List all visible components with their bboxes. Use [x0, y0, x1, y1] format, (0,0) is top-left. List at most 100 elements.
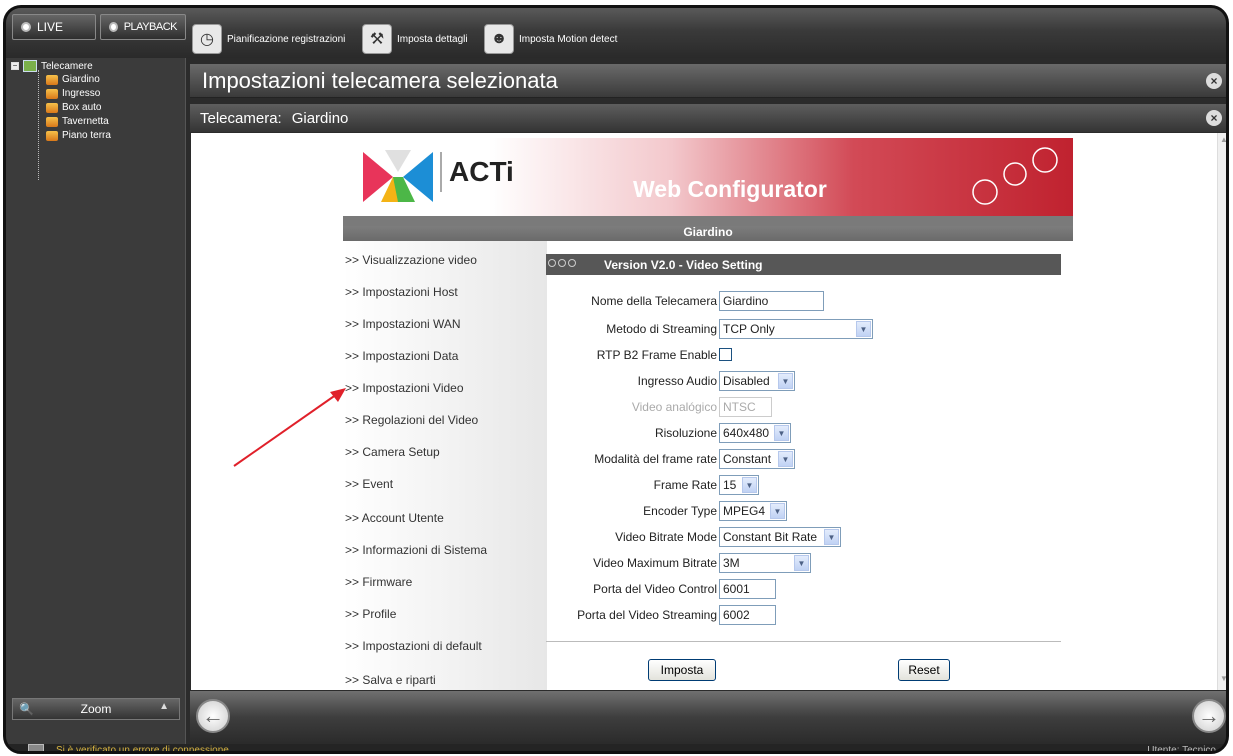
tree-item-label: Ingresso [62, 88, 101, 99]
row-analogico: Video analógico NTSC [546, 395, 1061, 419]
camera-name: Giardino [291, 109, 349, 127]
analogico-label: Video analógico [631, 400, 717, 414]
porta-control-input[interactable]: 6001 [719, 579, 776, 599]
framerate-label: Frame Rate [653, 478, 717, 492]
zoom-control[interactable]: 🔍 Zoom ▲ [12, 698, 180, 720]
triangle-up-icon[interactable]: ▲ [159, 701, 169, 712]
decorative-rings-icon [972, 147, 1058, 205]
form-divider [546, 641, 1061, 642]
row-nome: Nome della Telecamera Giardino [546, 289, 1061, 313]
tree-connector [38, 70, 39, 180]
row-porta-control: Porta del Video Control 6001 [546, 577, 1061, 601]
metodo-select[interactable]: TCP Only ▼ [719, 319, 873, 339]
rtp-label: RTP B2 Frame Enable [596, 348, 717, 362]
menu-impostazioni-default[interactable]: >> Impostazioni di default [345, 639, 482, 653]
rtp-checkbox[interactable] [719, 348, 732, 361]
menu-firmware[interactable]: >> Firmware [345, 575, 412, 589]
imposta-button[interactable]: Imposta [648, 659, 716, 681]
framerate-select[interactable]: 15 ▼ [719, 475, 759, 495]
video-setting-title: Version V2.0 - Video Setting [604, 257, 763, 272]
live-label: LIVE [37, 20, 64, 34]
menu-visualizzazione-video[interactable]: >> Visualizzazione video [345, 253, 477, 267]
video-setting-header: Version V2.0 - Video Setting [546, 254, 1061, 275]
camera-strip: Giardino [343, 216, 1073, 241]
reset-button[interactable]: Reset [898, 659, 950, 681]
menu-salva-riparti[interactable]: >> Salva e riparti [345, 673, 436, 687]
network-icon [28, 744, 44, 751]
tree-root[interactable]: − Telecamere [11, 60, 93, 72]
encoder-label: Encoder Type [643, 504, 717, 518]
app-window: LIVE PLAYBACK ◷ Pianificazione registraz… [3, 5, 1229, 754]
tree-item-label: Giardino [62, 74, 100, 85]
scroll-up-icon[interactable]: ▲ [1218, 135, 1226, 149]
menu-impostazioni-wan[interactable]: >> Impostazioni WAN [345, 317, 461, 331]
row-audio: Ingresso Audio Disabled ▼ [546, 369, 1061, 393]
row-max-bitrate: Video Maximum Bitrate 3M ▼ [546, 551, 1061, 575]
forward-arrow-icon[interactable]: → [1192, 699, 1226, 733]
menu-impostazioni-data[interactable]: >> Impostazioni Data [345, 349, 458, 363]
logo-divider [440, 152, 442, 192]
menu-account-utente[interactable]: >> Account Utente [345, 511, 444, 525]
camera-label: Telecamera: [200, 109, 282, 127]
tree-item-ingresso[interactable]: Ingresso [46, 88, 100, 99]
menu-camera-setup[interactable]: >> Camera Setup [345, 445, 440, 459]
close-icon[interactable]: × [1206, 110, 1222, 126]
collapse-icon[interactable]: − [11, 62, 19, 70]
camera-icon [46, 102, 58, 113]
scroll-down-icon[interactable]: ▼ [1218, 674, 1226, 688]
video-setting-form: Nome della Telecamera Giardino Metodo di… [546, 275, 1061, 690]
page-title-bar: Impostazioni telecamera selezionata × [190, 64, 1226, 98]
tree-item-piano-terra[interactable]: Piano terra [46, 130, 111, 141]
audio-value: Disabled [723, 374, 770, 388]
motion-detect-label: Imposta Motion detect [519, 33, 618, 45]
live-button[interactable]: LIVE [12, 14, 96, 40]
encoder-value: MPEG4 [723, 504, 766, 518]
nome-input[interactable]: Giardino [719, 291, 824, 311]
max-bitrate-value: 3M [723, 556, 740, 570]
risoluzione-label: Risoluzione [654, 426, 717, 440]
menu-profile[interactable]: >> Profile [345, 607, 396, 621]
chevron-down-icon: ▼ [794, 555, 809, 571]
menu-impostazioni-host[interactable]: >> Impostazioni Host [345, 285, 458, 299]
tree-item-box-auto[interactable]: Box auto [46, 102, 101, 113]
menu-regolazioni-video[interactable]: >> Regolazioni del Video [345, 413, 478, 427]
strip-camera-name: Giardino [683, 225, 733, 239]
porta-streaming-input[interactable]: 6002 [719, 605, 776, 625]
risoluzione-select[interactable]: 640x480 ▼ [719, 423, 791, 443]
bitrate-mode-select[interactable]: Constant Bit Rate ▼ [719, 527, 841, 547]
schedule-recordings-tool[interactable]: ◷ Pianificazione registrazioni [192, 20, 345, 58]
metodo-label: Metodo di Streaming [606, 322, 717, 336]
playback-button[interactable]: PLAYBACK [100, 14, 186, 40]
chevron-down-icon: ▼ [770, 503, 785, 519]
camera-icon [46, 116, 58, 127]
audio-label: Ingresso Audio [637, 374, 717, 388]
tree-item-giardino[interactable]: Giardino [46, 74, 100, 85]
camera-icon [46, 130, 58, 141]
row-porta-streaming: Porta del Video Streaming 6002 [546, 603, 1061, 627]
chevron-down-icon: ▼ [742, 477, 757, 493]
encoder-select[interactable]: MPEG4 ▼ [719, 501, 787, 521]
motion-detect-tool[interactable]: ☻ Imposta Motion detect [484, 20, 617, 58]
close-icon[interactable]: × [1206, 72, 1222, 89]
vertical-scrollbar[interactable]: ▲ ▼ [1217, 133, 1226, 690]
max-bitrate-label: Video Maximum Bitrate [593, 556, 717, 570]
menu-event[interactable]: >> Event [345, 477, 393, 491]
modalita-select[interactable]: Constant ▼ [719, 449, 795, 469]
menu-informazioni-sistema[interactable]: >> Informazioni di Sistema [345, 543, 487, 557]
set-details-tool[interactable]: ⚒ Imposta dettagli [362, 20, 468, 58]
chevron-down-icon: ▼ [856, 321, 871, 337]
max-bitrate-select[interactable]: 3M ▼ [719, 553, 811, 573]
row-bitrate-mode: Video Bitrate Mode Constant Bit Rate ▼ [546, 525, 1061, 549]
rings-icon [548, 259, 576, 267]
status-message: Si è verificato un errore di connessione [56, 745, 229, 754]
chevron-down-icon: ▼ [778, 451, 793, 467]
tree-item-label: Piano terra [62, 130, 111, 141]
status-bar: Si è verificato un errore di connessione… [6, 744, 1226, 754]
top-toolbar: LIVE PLAYBACK ◷ Pianificazione registraz… [6, 8, 1226, 58]
back-arrow-icon[interactable]: ← [196, 699, 230, 733]
audio-select[interactable]: Disabled ▼ [719, 371, 795, 391]
tree-item-label: Box auto [62, 102, 102, 113]
menu-impostazioni-video[interactable]: >> Impostazioni Video [345, 381, 464, 395]
page-title: Impostazioni telecamera selezionata [202, 67, 558, 93]
tree-item-tavernetta[interactable]: Tavernetta [46, 116, 109, 127]
